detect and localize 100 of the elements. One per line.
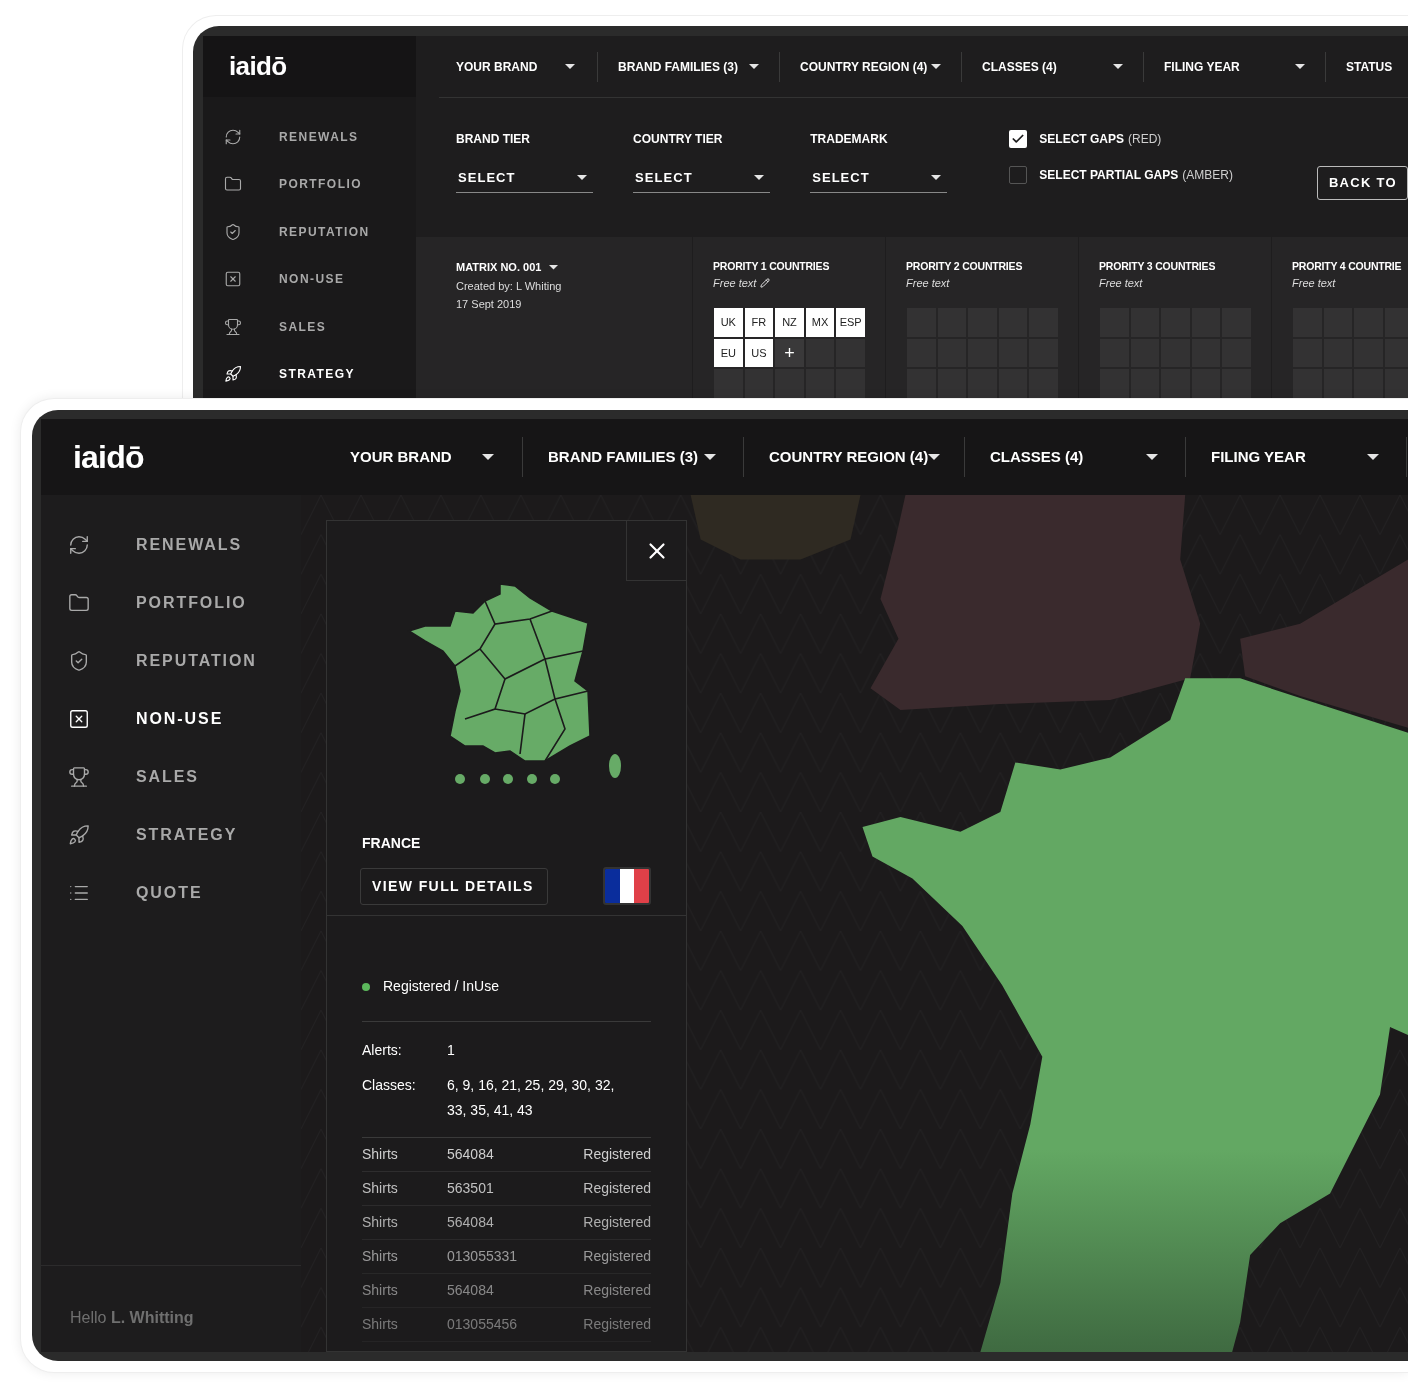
table-cell-text: 563501 [447,1179,495,1198]
table-cell-text: Registered [583,1179,651,1198]
filter-dropdown[interactable]: COUNTRY REGION (4) [744,437,965,477]
caret-icon [565,64,575,69]
filter-dropdown[interactable]: CLASSES (4) [965,437,1186,477]
sidebar-item[interactable]: PORTFOLIO [41,574,301,632]
rocket-icon [68,824,90,846]
priority-note: Free text [713,275,757,291]
matrix-date: 17 Sept 2019 [456,297,523,312]
country-cell[interactable]: FR [743,307,775,338]
caret-icon [1367,454,1379,460]
matrix-creator: Created by: L Whiting [456,278,563,294]
table-cell-text: Shirts [362,1247,399,1266]
checkbox[interactable] [1009,166,1028,184]
filter-dropdown[interactable]: CLASSES (4) [962,51,1144,82]
select-field[interactable]: SELECT [456,168,594,193]
field-label: TRADEMARK [810,131,889,148]
filter-dropdown[interactable]: BRAND FAMILIES (3) [523,437,744,477]
sidebar-item[interactable]: STRATEGY [41,806,301,864]
field-label: BRAND TIER [456,131,531,148]
table-cell-text: Shirts [362,1179,399,1198]
caret-icon [931,64,941,69]
country-cell[interactable]: ESP [835,307,866,338]
table-cell-text: Shirts [362,1281,399,1300]
sidebar-item[interactable]: RENEWALS [41,516,301,574]
caret-icon [928,454,941,460]
add-country-button[interactable]: + [774,337,805,369]
rocket-icon [224,365,242,384]
caret-icon [749,64,759,69]
select-field[interactable]: SELECT [810,168,948,193]
back-button[interactable]: BACK TO [1316,166,1408,200]
detail-label: Alerts: [362,1041,403,1060]
sidebar-item[interactable]: NON-USE [203,255,416,303]
checkbox-label: SELECT GAPS [1039,131,1124,148]
field-label: COUNTRY TIER [633,131,724,148]
sidebar-item[interactable]: QUOTE [41,864,301,922]
sidebar-item[interactable]: RENEWALS [203,113,416,161]
checkbox[interactable] [1009,130,1028,148]
shield-icon [68,650,90,672]
filter-dropdown[interactable]: COUNTRY REGION (4) [780,51,962,82]
priority-note: Free text [1099,275,1143,291]
table-cell-text: Registered [583,1145,651,1164]
sidebar-item[interactable]: REPUTATION [41,632,301,690]
sidebar-item[interactable]: NON-USE [41,690,301,748]
table-cell-text: 564084 [447,1213,495,1232]
checkbox-label: SELECT PARTIAL GAPS [1039,167,1179,184]
sidebar-item[interactable]: PORTFOLIO [203,160,416,208]
sidebar-item[interactable]: SALES [203,303,416,351]
filter-dropdown[interactable]: FILING YEAR [1186,437,1407,477]
caret-icon [482,454,494,460]
caret-icon [1113,64,1123,69]
country-name: FRANCE [362,834,422,853]
table-cell-text: Registered [583,1213,651,1232]
table-cell-text: 564084 [447,1145,495,1164]
priority-note: Free text [1292,275,1336,291]
filter-dropdown[interactable]: FILING YEAR [1144,51,1326,82]
table-cell-text: Shirts [362,1213,399,1232]
pencil-icon[interactable] [760,278,771,288]
priority-title: PRORITY 2 COUNTRIES [906,259,1024,274]
filter-dropdown[interactable]: YOUR BRAND [301,437,523,477]
country-cell[interactable]: MX [804,307,836,338]
priority-title: PRORITY 1 COUNTRIES [713,259,831,274]
detail-value: 6, 9, 16, 21, 25, 29, 30, 32, 33, 35, 41, 43 [447,1076,616,1120]
caret-icon [704,454,716,460]
caret-icon [549,265,559,270]
shield-icon [224,222,242,241]
table-cell-text: Registered [583,1315,651,1334]
detail-label: Classes: [362,1076,417,1095]
sidebar-item[interactable]: STRATEGY [203,350,416,398]
country-cell[interactable]: NZ [774,307,805,338]
filter-dropdown[interactable]: STATUS [1326,51,1408,82]
checkbox-note: (AMBER) [1182,167,1233,184]
refresh-icon [224,127,242,146]
status-label: Registered / InUse [383,977,499,996]
trophy-icon [68,766,90,788]
caret-icon [1146,454,1158,460]
logo: iaidō [203,36,416,97]
sidebar-item[interactable]: REPUTATION [203,208,416,256]
table-cell-text: 564084 [447,1281,495,1300]
priority-title: PRORITY 4 COUNTRIE [1292,259,1403,274]
table-cell-text: 013055331 [447,1247,519,1266]
refresh-icon [68,534,90,556]
close-button[interactable] [626,521,686,581]
filter-dropdown[interactable]: BRAND FAMILIES (3) [598,51,780,82]
detail-value: 1 [447,1041,456,1060]
flag-icon [603,867,651,905]
x-square-icon [68,708,90,730]
filter-dropdown[interactable]: YOUR BRAND [456,51,598,82]
table-cell-text: Registered [583,1247,651,1266]
table-cell-text: Shirts [362,1315,399,1334]
matrix-title: MATRIX NO. 001 [456,260,542,275]
select-field[interactable]: SELECT [633,168,771,193]
country-cell[interactable]: UK [713,307,744,338]
sidebar-item[interactable]: SALES [41,748,301,806]
caret-icon [1295,64,1305,69]
caret-icon [931,175,942,181]
priority-title: PRORITY 3 COUNTRIES [1099,259,1217,274]
checkbox-note: (RED) [1128,131,1162,148]
country-cell[interactable]: EU [713,337,744,369]
view-details-button[interactable]: VIEW FULL DETAILS [360,867,548,905]
